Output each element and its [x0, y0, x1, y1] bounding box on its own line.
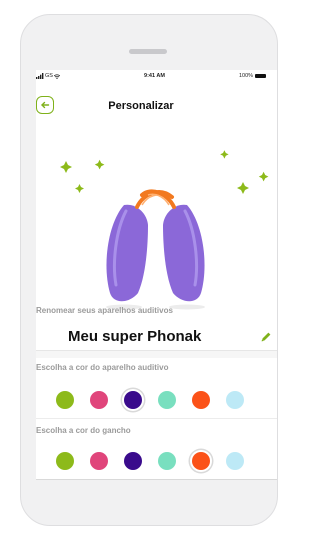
phone-speaker	[129, 49, 167, 54]
header: Personalizar	[36, 92, 277, 116]
carrier-text: GS	[45, 73, 53, 79]
device-color-row	[36, 387, 277, 413]
app-screen: GS 9:41 AM 100% Personalizar Renomear se…	[36, 70, 277, 480]
device-color-swatch-6[interactable]	[226, 391, 244, 409]
section-divider	[36, 351, 277, 358]
hook-color-swatch-6[interactable]	[226, 452, 244, 470]
device-color-swatch-2[interactable]	[90, 391, 108, 409]
hero-illustration	[36, 125, 277, 315]
hook-color-label: Escolha a cor do gancho	[36, 426, 131, 435]
device-name-value: Meu super Phonak	[68, 328, 202, 345]
status-right: 100%	[239, 73, 267, 79]
hearing-aids-image	[60, 150, 269, 310]
device-name-field[interactable]: Meu super Phonak	[36, 324, 277, 351]
status-bar: GS 9:41 AM 100%	[36, 70, 277, 84]
arrow-left-circle-icon	[41, 101, 50, 109]
pencil-icon	[261, 332, 271, 342]
row-divider	[36, 418, 277, 419]
phone-frame: GS 9:41 AM 100% Personalizar Renomear se…	[20, 14, 278, 526]
bottom-divider	[36, 479, 277, 480]
rename-label: Renomear seus aparelhos auditivos	[36, 306, 173, 315]
hook-color-swatch-4[interactable]	[158, 452, 176, 470]
edit-name-button[interactable]	[259, 330, 273, 344]
hook-color-swatch-1[interactable]	[56, 452, 74, 470]
hook-color-row	[36, 448, 277, 474]
hook-color-swatch-2[interactable]	[90, 452, 108, 470]
status-left: GS	[36, 73, 60, 79]
status-time: 9:41 AM	[144, 73, 165, 79]
hook-color-swatch-5[interactable]	[192, 452, 210, 470]
device-color-swatch-5[interactable]	[192, 391, 210, 409]
stage: GS 9:41 AM 100% Personalizar Renomear se…	[0, 0, 278, 539]
device-color-swatch-4[interactable]	[158, 391, 176, 409]
back-button[interactable]	[36, 96, 54, 114]
battery-icon	[255, 74, 267, 78]
battery-text: 100%	[239, 73, 254, 79]
page-title: Personalizar	[108, 100, 174, 112]
hook-color-swatch-3[interactable]	[124, 452, 142, 470]
device-color-swatch-1[interactable]	[56, 391, 74, 409]
device-color-label: Escolha a cor do aparelho auditivo	[36, 363, 169, 372]
wifi-icon	[53, 73, 60, 79]
signal-icon	[36, 73, 44, 79]
device-color-swatch-3[interactable]	[124, 391, 142, 409]
